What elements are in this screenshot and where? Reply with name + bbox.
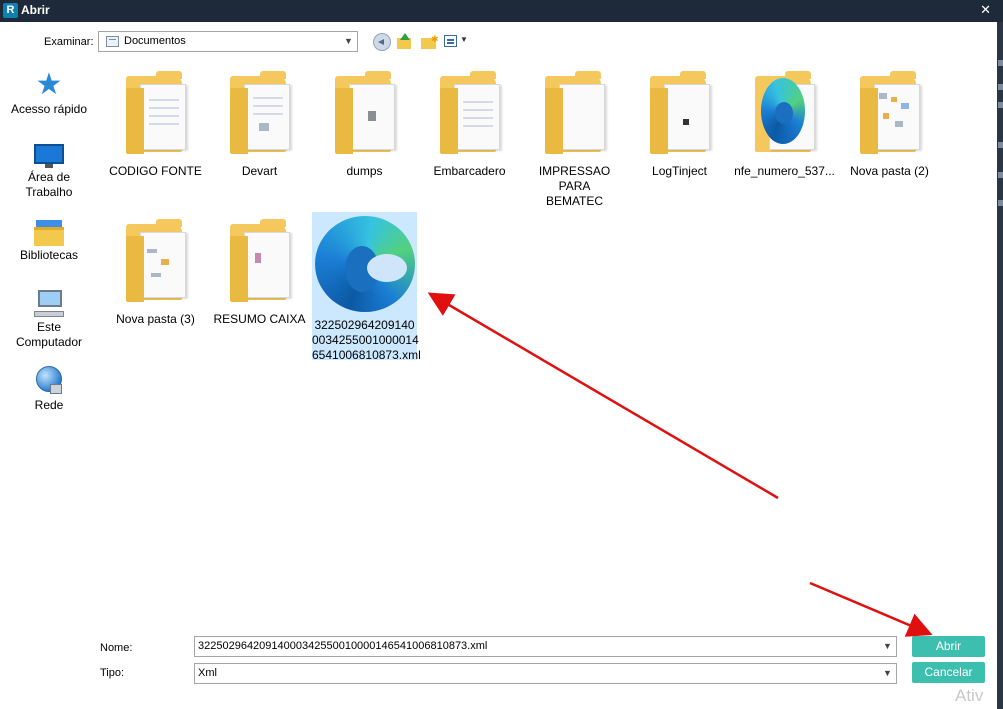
place-desktop[interactable]: Área de Trabalho bbox=[6, 144, 92, 200]
place-label: Rede bbox=[34, 398, 64, 412]
file-name: 0034255001000014 bbox=[312, 333, 419, 347]
place-libraries[interactable]: Bibliotecas bbox=[6, 220, 92, 263]
edge-icon bbox=[314, 216, 415, 312]
file-item-selected[interactable]: 322502964209140 0034255001000014 6541006… bbox=[312, 212, 421, 362]
folder-icon bbox=[642, 70, 718, 158]
file-list: CODIGO FONTE Devart dumps Embarcadero IM… bbox=[98, 66, 991, 626]
file-name: RESUMO CAIXA bbox=[213, 312, 306, 326]
folder-icon bbox=[222, 70, 298, 158]
libraries-icon bbox=[34, 220, 64, 246]
documents-folder-icon bbox=[106, 36, 119, 47]
file-name: Embarcadero bbox=[433, 164, 506, 178]
file-name: CODIGO FONTE bbox=[109, 164, 202, 178]
file-name: LogTinject bbox=[652, 164, 707, 178]
file-name: Nova pasta (3) bbox=[116, 312, 195, 326]
folder-icon bbox=[747, 70, 823, 158]
folder-icon bbox=[432, 70, 508, 158]
file-name: 322502964209140 bbox=[314, 318, 415, 332]
file-name: IMPRESSAO PARA bbox=[538, 164, 611, 193]
chevron-down-icon[interactable]: ▼ bbox=[879, 664, 896, 683]
file-item[interactable]: Nova pasta (2) bbox=[837, 66, 942, 179]
open-file-dialog: Examinar: Documentos ▼ ✱ ▼ ★ Acesso rápi… bbox=[0, 22, 997, 709]
place-label: Bibliotecas bbox=[19, 248, 79, 262]
file-item[interactable]: RESUMO CAIXA bbox=[207, 214, 312, 327]
file-item[interactable]: dumps bbox=[312, 66, 417, 179]
background-app-strip bbox=[997, 22, 1003, 709]
place-label: Área de bbox=[27, 170, 71, 184]
new-folder-icon[interactable]: ✱ bbox=[420, 33, 439, 51]
view-menu-icon[interactable]: ▼ bbox=[444, 33, 468, 51]
cancel-button[interactable]: Cancelar bbox=[912, 662, 985, 683]
place-this-pc[interactable]: Este Computador bbox=[6, 290, 92, 350]
close-icon[interactable]: ✕ bbox=[980, 2, 991, 18]
lookin-dropdown[interactable]: Documentos ▼ bbox=[98, 31, 358, 52]
file-item[interactable]: Devart bbox=[207, 66, 312, 179]
window-title: Abrir bbox=[21, 3, 50, 17]
file-name: 6541006810873.xml bbox=[312, 348, 421, 362]
file-item[interactable]: Nova pasta (3) bbox=[103, 214, 208, 327]
open-button[interactable]: Abrir bbox=[912, 636, 985, 657]
file-name: dumps bbox=[346, 164, 383, 178]
folder-icon bbox=[327, 70, 403, 158]
back-icon[interactable] bbox=[373, 33, 391, 51]
folder-icon bbox=[222, 218, 298, 306]
file-item[interactable]: LogTinject bbox=[627, 66, 732, 179]
up-folder-icon[interactable] bbox=[396, 33, 414, 51]
star-icon: ★ bbox=[35, 68, 63, 101]
filename-value: 3225029642091400034255001000014654100681… bbox=[198, 640, 488, 652]
network-icon bbox=[34, 366, 64, 396]
filetype-value: Xml bbox=[198, 667, 217, 679]
title-bar: R Abrir ✕ bbox=[0, 0, 1003, 22]
folder-icon bbox=[537, 70, 613, 158]
chevron-down-icon[interactable]: ▼ bbox=[340, 32, 357, 51]
computer-icon bbox=[34, 290, 64, 318]
folder-icon bbox=[852, 70, 928, 158]
folder-icon bbox=[118, 70, 194, 158]
file-name: Nova pasta (2) bbox=[850, 164, 929, 178]
place-label: Acesso rápido bbox=[10, 102, 88, 116]
file-name: Devart bbox=[241, 164, 278, 178]
place-quick-access[interactable]: ★ Acesso rápido bbox=[6, 70, 92, 117]
place-label: Este bbox=[36, 320, 61, 334]
file-item[interactable]: IMPRESSAO PARA BEMATEC bbox=[522, 66, 627, 209]
app-icon: R bbox=[3, 3, 18, 18]
chevron-down-icon[interactable]: ▼ bbox=[879, 637, 896, 656]
edge-icon bbox=[760, 78, 805, 144]
file-item[interactable]: CODIGO FONTE bbox=[103, 66, 208, 179]
lookin-label: Examinar: bbox=[44, 36, 94, 48]
place-network[interactable]: Rede bbox=[6, 366, 92, 413]
filetype-label: Tipo: bbox=[100, 667, 125, 679]
folder-icon bbox=[118, 218, 194, 306]
file-name: nfe_numero_537... bbox=[734, 164, 835, 178]
file-item[interactable]: nfe_numero_537... bbox=[732, 66, 837, 179]
activation-watermark: Ativ bbox=[955, 686, 984, 705]
filename-input[interactable]: 3225029642091400034255001000014654100681… bbox=[194, 636, 897, 657]
filename-label: Nome: bbox=[100, 642, 133, 654]
lookin-value: Documentos bbox=[124, 35, 186, 47]
place-label: Trabalho bbox=[25, 185, 73, 199]
file-item[interactable]: Embarcadero bbox=[417, 66, 522, 179]
place-label: Computador bbox=[15, 335, 83, 349]
desktop-icon bbox=[34, 144, 64, 168]
filetype-dropdown[interactable]: Xml ▼ bbox=[194, 663, 897, 684]
file-name: BEMATEC bbox=[545, 194, 604, 208]
